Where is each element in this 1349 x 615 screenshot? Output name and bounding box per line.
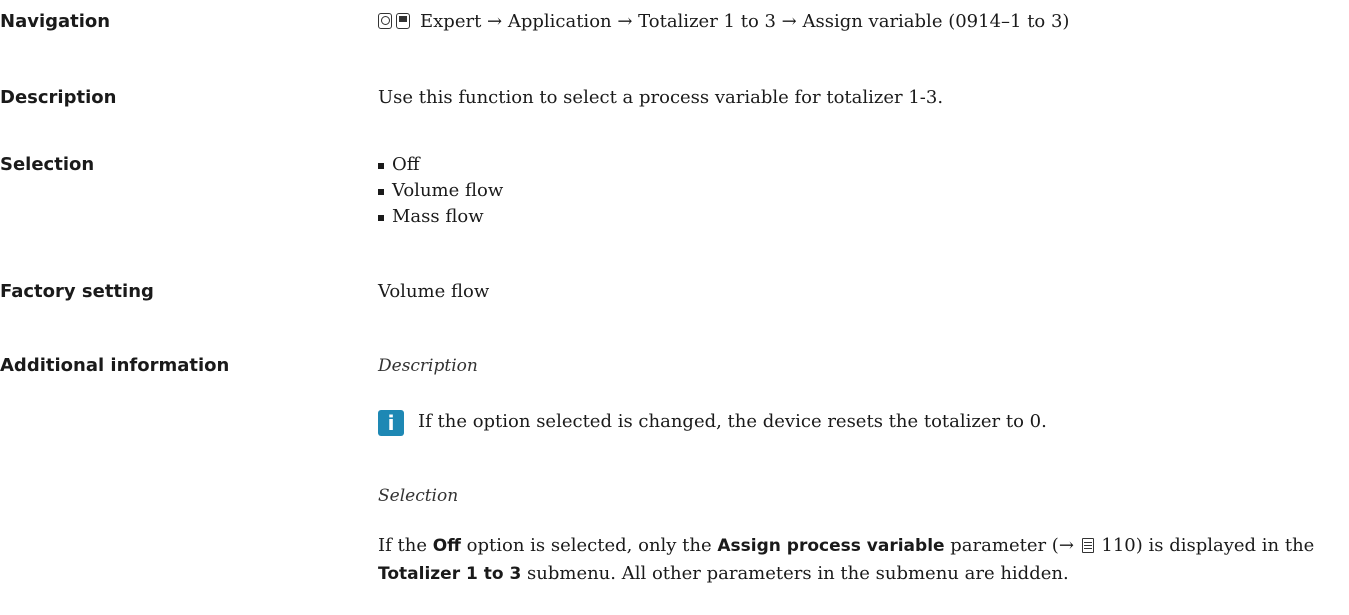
additional-information-label: Additional information (0, 355, 230, 376)
assign-process-variable-ref: Assign process variable (717, 536, 945, 556)
info-note: If the option selected is changed, the d… (418, 411, 1047, 432)
para-text: parameter (→ (944, 535, 1080, 556)
off-option-ref: Off (432, 536, 461, 556)
para-text: option is selected, only the (460, 535, 718, 556)
totalizer-submenu-ref: Totalizer 1 to 3 (378, 564, 522, 584)
description-subheading: Description (378, 356, 478, 376)
selection-subheading: Selection (378, 486, 459, 506)
para-text: If the (378, 535, 433, 556)
page-reference-icon (1081, 538, 1094, 553)
factory-setting-value: Volume flow (378, 281, 490, 302)
list-item: Off (378, 152, 503, 178)
factory-setting-label: Factory setting (0, 281, 154, 302)
navigation-path-text: Expert → Application → Totalizer 1 to 3 … (420, 11, 1070, 32)
selection-list: Off Volume flow Mass flow (378, 152, 503, 230)
display-operation-icon (378, 13, 392, 29)
list-item: Volume flow (378, 178, 503, 204)
navigation-label: Navigation (0, 11, 111, 32)
page-number-link[interactable]: 110 (1101, 535, 1135, 556)
description-text: Use this function to select a process va… (378, 87, 944, 108)
list-item: Mass flow (378, 204, 503, 230)
operating-tool-icon (396, 13, 410, 29)
selection-label: Selection (0, 154, 95, 175)
para-text: ) is displayed in the (1135, 535, 1315, 556)
para-text: submenu. All other parameters in the sub… (521, 563, 1069, 584)
info-icon: i (378, 410, 404, 436)
menu-path-icons (378, 13, 410, 29)
selection-paragraph: If the Off option is selected, only the … (378, 532, 1338, 588)
navigation-path: Expert → Application → Totalizer 1 to 3 … (378, 10, 1069, 34)
description-label: Description (0, 87, 117, 108)
